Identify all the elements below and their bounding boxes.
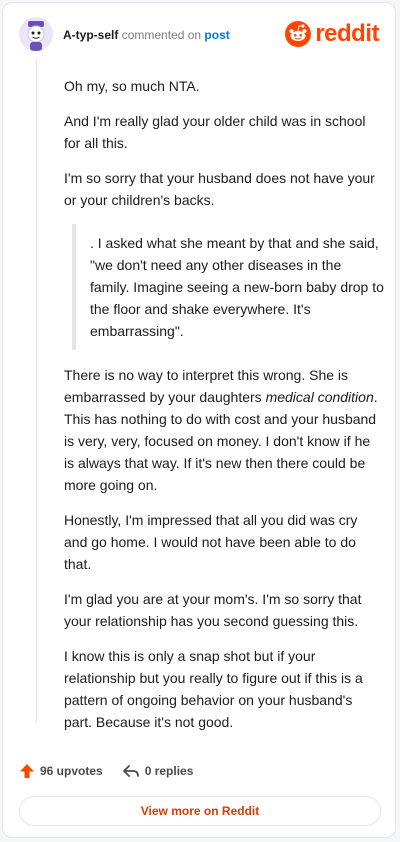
- post-link[interactable]: post: [204, 28, 229, 42]
- upvote-arrow-icon: [20, 764, 34, 778]
- view-more-button[interactable]: View more on Reddit: [19, 796, 381, 826]
- blockquote: . I asked what she meant by that and she…: [72, 224, 384, 350]
- comment-paragraph: I'm glad you are at your mom's. I'm so s…: [64, 591, 362, 629]
- user-avatar[interactable]: [19, 17, 53, 51]
- quote-text: . I asked what she meant by that and she…: [90, 235, 384, 339]
- username[interactable]: A-typ-self: [63, 28, 118, 42]
- reddit-snoo-logo-icon: [285, 21, 312, 47]
- reddit-logo[interactable]: reddit: [285, 20, 379, 48]
- snoo-avatar-icon: [19, 17, 53, 51]
- comment-embed-card: A-typ-self commented on post reddit Oh m…: [2, 2, 396, 838]
- comment-paragraph: There is no way to interpret this wrong.…: [64, 364, 384, 496]
- comment-paragraph: I'm so sorry that your husband does not …: [64, 170, 375, 208]
- reply-arrow-icon: [122, 765, 139, 777]
- reply-button[interactable]: 0 replies: [122, 763, 194, 779]
- comment-meta: A-typ-self commented on post: [63, 28, 230, 42]
- thread-line[interactable]: [36, 59, 37, 723]
- comment-paragraph: And I'm really glad your older child was…: [64, 113, 366, 151]
- reddit-wordmark: reddit: [315, 20, 379, 47]
- reply-count: 0 replies: [144, 764, 194, 778]
- upvote-count: 96 upvotes: [40, 764, 103, 778]
- comment-footer: 96 upvotes 0 replies: [19, 759, 193, 783]
- comment-header: A-typ-self commented on post reddit: [19, 17, 379, 53]
- comment-body: Oh my, so much NTA. And I'm really glad …: [64, 75, 384, 746]
- upvote-button[interactable]: 96 upvotes: [19, 763, 103, 779]
- comment-paragraph: Oh my, so much NTA.: [64, 78, 200, 94]
- comment-paragraph: Honestly, I'm impressed that all you did…: [64, 512, 358, 572]
- emphasis-text: medical condition: [265, 389, 374, 405]
- action-text: commented on: [121, 28, 202, 42]
- comment-paragraph: I know this is only a snap shot but if y…: [64, 648, 363, 730]
